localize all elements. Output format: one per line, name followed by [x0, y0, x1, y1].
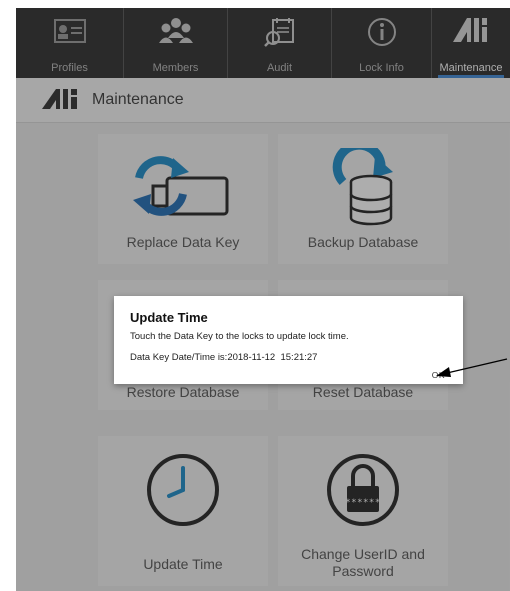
annotation-arrow-icon	[436, 358, 508, 377]
